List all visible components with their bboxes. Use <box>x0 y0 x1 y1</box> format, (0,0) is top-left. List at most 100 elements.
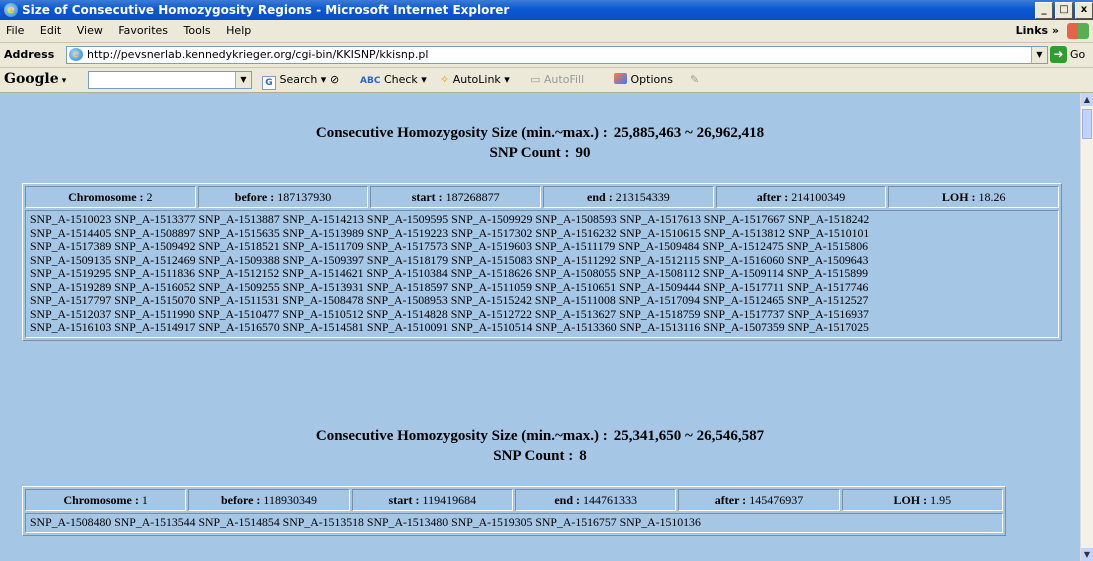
google-search-label: Search <box>279 73 318 86</box>
snp-line: SNP_A-1519295 SNP_A-1511836 SNP_A-151215… <box>30 266 868 280</box>
cell-value: 187268877 <box>445 190 500 204</box>
snp-line: SNP_A-1509135 SNP_A-1512469 SNP_A-150938… <box>30 252 869 267</box>
page-content: Consecutive Homozygosity Size (min.~max.… <box>0 93 1080 561</box>
cell-value: 187137930 <box>277 190 332 204</box>
count-value: 8 <box>579 448 587 464</box>
snp-line: SNP_A-1512037 SNP_A-1511990 SNP_A-151047… <box>30 306 869 321</box>
cell-value: 118930349 <box>263 493 317 507</box>
count-value: 90 <box>575 145 591 161</box>
google-logo[interactable]: Google ▾ <box>4 71 66 87</box>
size-label: Consecutive Homozygosity Size (min.~max.… <box>315 428 608 444</box>
close-button[interactable]: x <box>1075 2 1093 19</box>
cell-label: end : <box>554 493 580 507</box>
address-dropdown-icon[interactable]: ▼ <box>1031 47 1047 63</box>
links-label: Links <box>1015 24 1049 37</box>
menu-help[interactable]: Help <box>220 20 257 42</box>
count-label: SNP Count : <box>493 448 574 464</box>
cell-label: Chromosome : <box>63 493 139 507</box>
end-cell: end : 213154339 <box>543 186 714 208</box>
cell-value: 145476937 <box>749 493 804 507</box>
google-toolbar: Google ▾ ▼ G Search ▾ ⊘ ABC Check ▾ ✧ Au… <box>0 68 1093 93</box>
google-search-dropdown-icon[interactable]: ▼ <box>235 72 251 88</box>
before-cell: before : 187137930 <box>197 186 369 208</box>
cell-label: end : <box>587 190 613 204</box>
google-logo-text: Google <box>4 71 59 87</box>
google-search-input[interactable]: ▼ <box>88 71 252 89</box>
snp-line: SNP_A-1508480 SNP_A-1513544 SNP_A-151485… <box>30 515 701 529</box>
scroll-thumb[interactable] <box>1082 109 1092 139</box>
pagerank-icon[interactable]: ⊘ <box>330 73 339 86</box>
size-label: Consecutive Homozygosity Size (min.~max.… <box>315 125 608 141</box>
end-cell: end : 144761333 <box>514 489 677 511</box>
cell-label: start : <box>411 190 443 204</box>
cell-label: start : <box>388 493 420 507</box>
address-input[interactable]: e http://pevsnerlab.kennedykrieger.org/c… <box>66 46 1048 64</box>
cell-value: 144761333 <box>582 493 637 507</box>
google-g-icon: G <box>262 76 276 90</box>
address-url: http://pevsnerlab.kennedykrieger.org/cgi… <box>87 48 429 61</box>
menu-edit[interactable]: Edit <box>34 20 67 42</box>
chromosome-cell: Chromosome : 1 <box>25 489 187 511</box>
size-value: 25,341,650 ~ 26,546,587 <box>613 428 765 444</box>
go-arrow-icon: ➜ <box>1050 46 1067 63</box>
cell-value: 119419684 <box>422 493 477 507</box>
after-cell: after : 214100349 <box>715 186 887 208</box>
internet-explorer-icon: e <box>4 3 18 17</box>
options-icon <box>614 73 627 84</box>
section-2-count-heading: SNP Count : 8 <box>0 446 1080 466</box>
minimize-button[interactable]: _ <box>1035 2 1053 19</box>
section-2-table: Chromosome : 1 before : 118930349 start … <box>22 486 1006 536</box>
snp-line: SNP_A-1514405 SNP_A-1508897 SNP_A-151563… <box>30 225 870 240</box>
scroll-down-icon[interactable]: ▼ <box>1081 548 1093 561</box>
autolink-button[interactable]: ✧ AutoLink ▾ <box>440 73 510 86</box>
menu-favorites[interactable]: Favorites <box>112 20 174 42</box>
autolink-label: AutoLink <box>452 73 501 86</box>
start-cell: start : 119419684 <box>351 489 513 511</box>
menu-view[interactable]: View <box>71 20 109 42</box>
snp-line: SNP_A-1510023 SNP_A-1513377 SNP_A-151388… <box>30 212 870 226</box>
go-button[interactable]: ➜ Go <box>1050 46 1085 63</box>
section-1-size-heading: Consecutive Homozygosity Size (min.~max.… <box>0 123 1080 143</box>
window-title-bar: e Size of Consecutive Homozygosity Regio… <box>0 0 1093 20</box>
autofill-button[interactable]: ▭ AutoFill <box>530 73 584 86</box>
address-bar: Address e http://pevsnerlab.kennedykrieg… <box>0 43 1093 68</box>
scroll-up-icon[interactable]: ▲ <box>1081 93 1093 106</box>
snp-list: SNP_A-1510023 SNP_A-1513377 SNP_A-151388… <box>25 210 1059 338</box>
snp-line: SNP_A-1516103 SNP_A-1514917 SNP_A-151657… <box>30 320 869 334</box>
before-cell: before : 118930349 <box>188 489 350 511</box>
section-1-count-heading: SNP Count : 90 <box>0 143 1080 163</box>
count-label: SNP Count : <box>489 145 570 161</box>
menu-bar: File Edit View Favorites Tools Help Link… <box>0 20 1093 43</box>
options-button[interactable]: Options <box>614 73 673 86</box>
cell-value: 18.26 <box>978 190 1006 204</box>
cell-value: 1 <box>141 493 148 507</box>
vertical-scrollbar[interactable]: ▲ ▼ <box>1080 93 1093 561</box>
cell-value: 213154339 <box>615 190 670 204</box>
snp-line: SNP_A-1517797 SNP_A-1515070 SNP_A-151153… <box>30 293 869 307</box>
section-2-size-heading: Consecutive Homozygosity Size (min.~max.… <box>0 426 1080 446</box>
cell-value: 1.95 <box>930 493 952 507</box>
cell-value: 2 <box>146 190 153 204</box>
info-row: Chromosome : 1 before : 118930349 start … <box>23 487 1005 513</box>
loh-cell: LOH : 18.26 <box>888 186 1060 208</box>
cell-label: LOH : <box>893 493 928 507</box>
after-cell: after : 145476937 <box>678 489 840 511</box>
snp-line: SNP_A-1517389 SNP_A-1509492 SNP_A-151852… <box>30 239 868 253</box>
google-search-button[interactable]: G Search ▾ <box>262 73 326 90</box>
autolink-icon: ✧ <box>440 73 450 86</box>
cell-label: Chromosome : <box>68 190 144 204</box>
links-toolbar[interactable]: Links » <box>1016 20 1059 42</box>
cell-label: after : <box>714 493 747 507</box>
spell-check-button[interactable]: ABC Check ▾ <box>360 73 427 86</box>
menu-file[interactable]: File <box>0 20 30 42</box>
windows-logo-icon <box>1067 23 1089 39</box>
page-icon: e <box>69 48 83 61</box>
snp-line: SNP_A-1519289 SNP_A-1516052 SNP_A-150925… <box>30 279 869 294</box>
menu-tools[interactable]: Tools <box>178 20 217 42</box>
maximize-button[interactable]: □ <box>1055 2 1073 19</box>
snp-list: SNP_A-1508480 SNP_A-1513544 SNP_A-151485… <box>25 513 1003 533</box>
section-1-table: Chromosome : 2 before : 187137930 start … <box>22 183 1062 341</box>
highlight-pen-icon[interactable]: ✎ <box>690 73 699 86</box>
cell-label: LOH : <box>941 190 976 204</box>
options-label: Options <box>630 73 673 86</box>
